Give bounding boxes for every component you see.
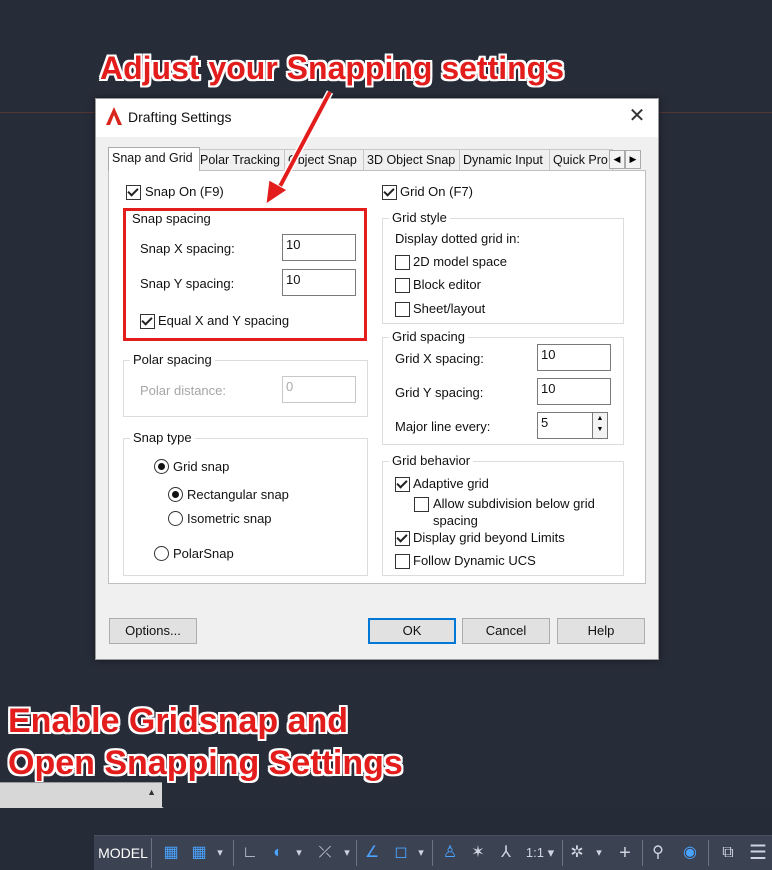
annotation-scale-icon[interactable]: ⅄ (494, 838, 518, 868)
snap-dropdown-icon[interactable]: ▾ (212, 838, 228, 868)
snap-mode-icon[interactable]: ▦ (188, 838, 210, 868)
isodraft-dropdown-icon[interactable]: ▾ (340, 838, 354, 868)
ortho-icon[interactable]: ∟ (240, 838, 260, 868)
osnap-dropdown-icon[interactable]: ▾ (414, 838, 428, 868)
annotation-visibility-icon[interactable]: ♙ (438, 838, 462, 868)
tab-snap-and-grid[interactable]: Snap and Grid (108, 147, 200, 171)
object-snap-tracking-icon[interactable]: ∠ (362, 838, 382, 868)
autoscale-icon[interactable]: ✶ (466, 838, 490, 868)
command-line[interactable]: ▲ (0, 782, 162, 809)
status-separator (708, 840, 709, 866)
arrow-to-snap-spacing (265, 90, 334, 206)
clean-screen-icon[interactable]: ⧉ (716, 838, 740, 868)
polar-dropdown-icon[interactable]: ▾ (292, 838, 306, 868)
workspace-dropdown-icon[interactable]: ▾ (592, 838, 606, 868)
status-separator (642, 840, 643, 866)
polar-tracking-icon[interactable]: ◐ (268, 838, 288, 868)
status-separator (562, 840, 563, 866)
object-snap-icon[interactable]: ◻ (390, 838, 412, 868)
isolate-objects-icon[interactable]: ⚲ (646, 838, 670, 868)
status-separator (233, 840, 234, 866)
status-separator (432, 840, 433, 866)
plus-icon[interactable]: + (614, 838, 636, 868)
gear-icon[interactable]: ✲ (566, 838, 588, 868)
status-separator (356, 840, 357, 866)
caret-up-icon[interactable]: ▲ (147, 787, 156, 797)
model-button[interactable]: MODEL (95, 838, 152, 868)
hardware-acceleration-icon[interactable]: ◉ (678, 838, 702, 868)
isodraft-icon[interactable]: ⤫ (314, 838, 336, 868)
hamburger-menu-icon[interactable]: ☰ (746, 838, 770, 868)
annotation-arrows (116, 90, 334, 843)
annotation-scale-dropdown[interactable]: 1:1 ▾ (522, 838, 558, 868)
grid-display-icon[interactable]: ▦ (160, 838, 182, 868)
